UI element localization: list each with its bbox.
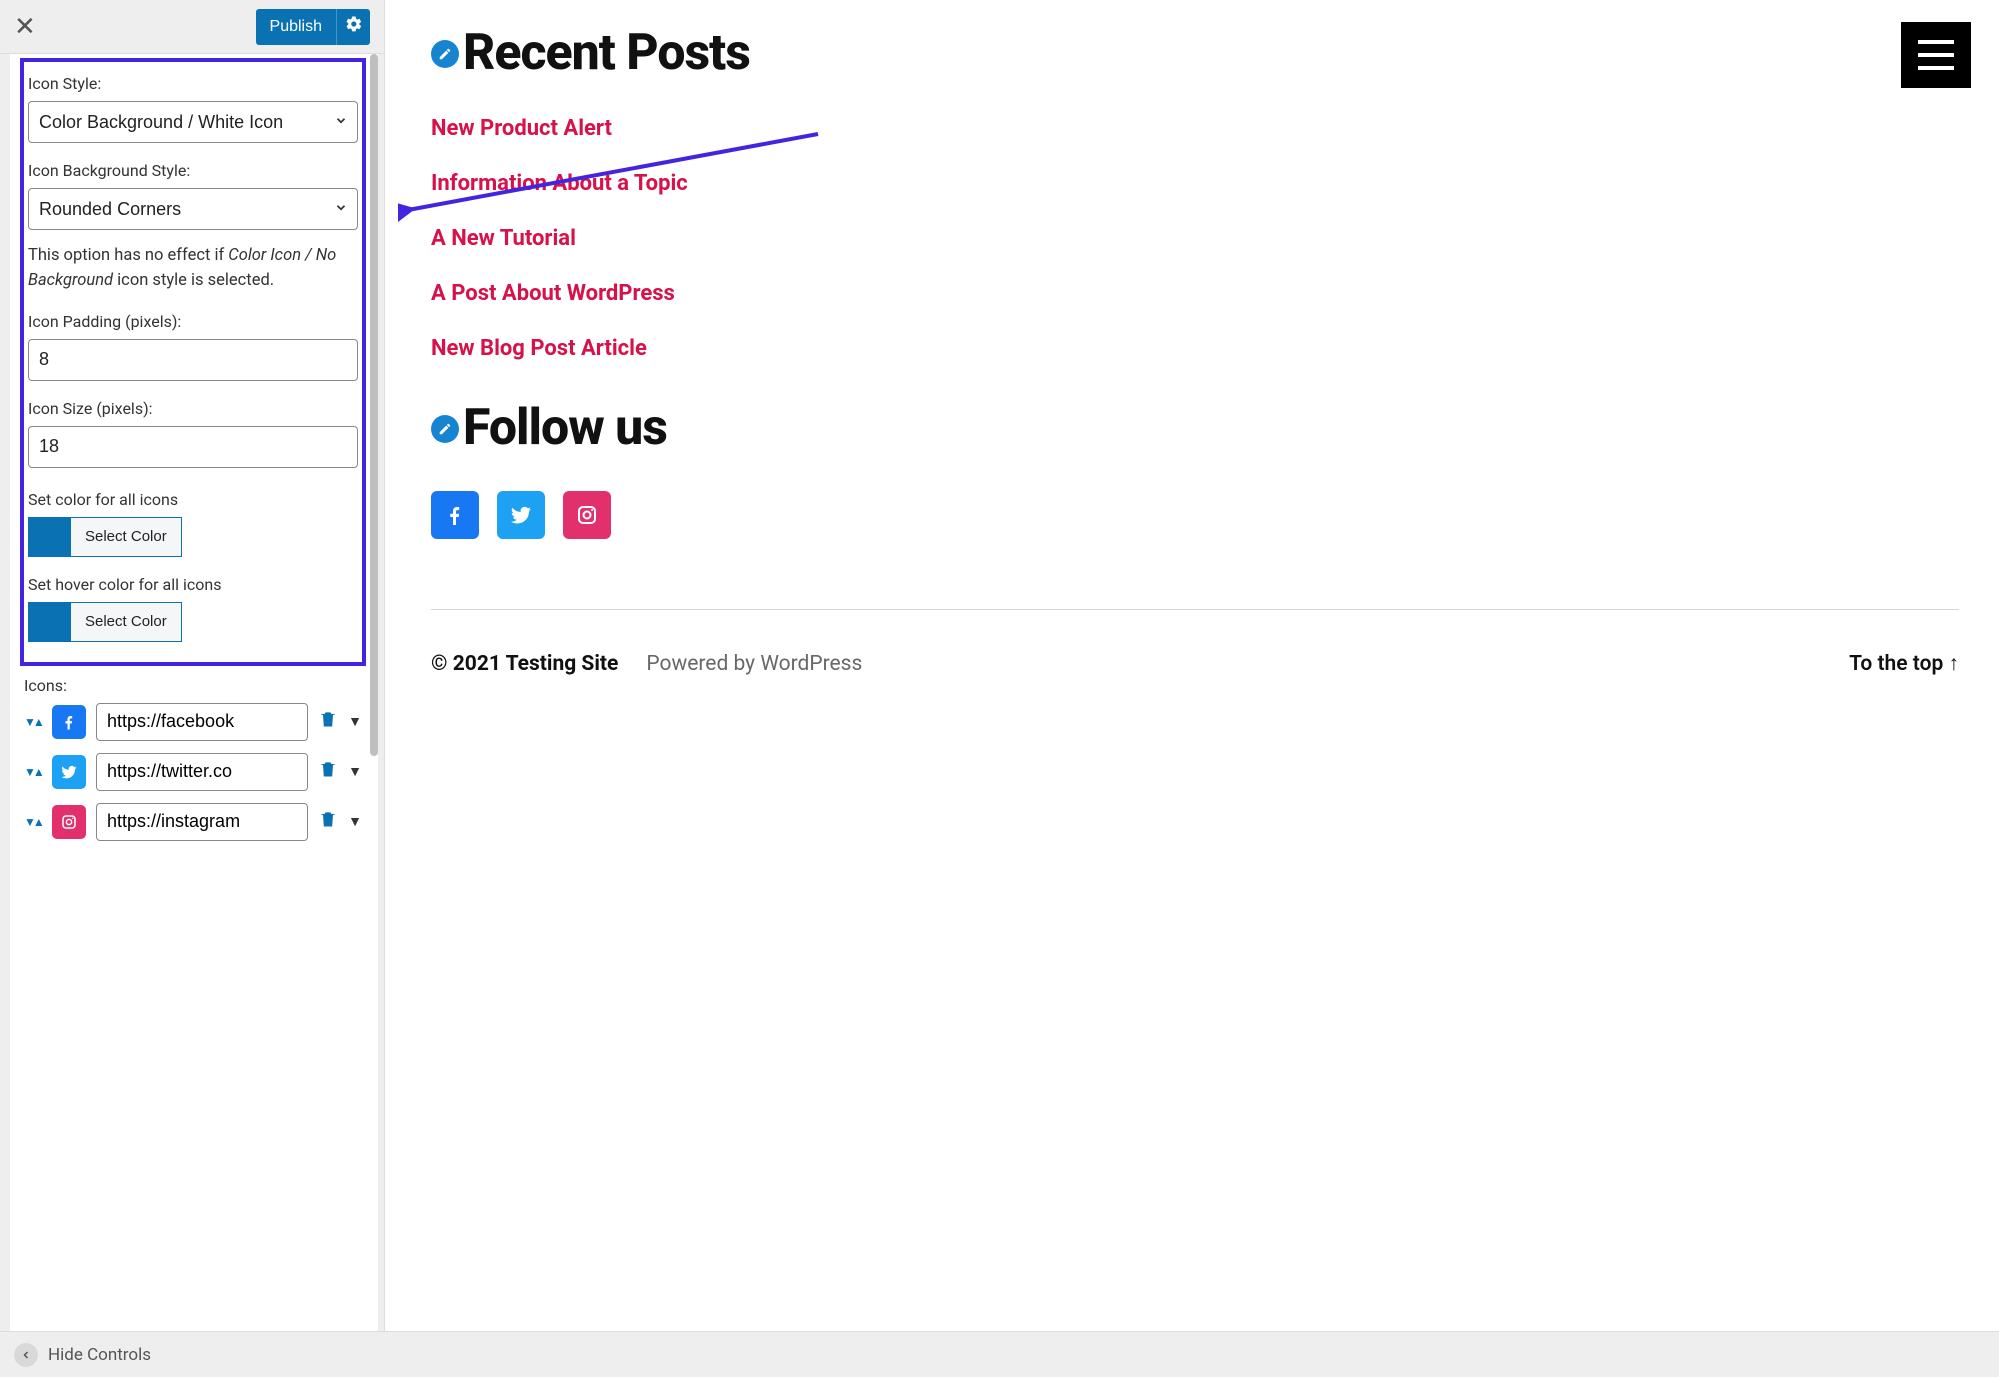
bg-style-help: This option has no effect if Color Icon … (28, 244, 358, 294)
size-label: Icon Size (pixels): (28, 399, 358, 418)
icon-row-facebook: ▼▲ ▼ (24, 703, 362, 741)
reorder-handle[interactable]: ▼▲ (24, 765, 42, 779)
facebook-icon[interactable] (52, 705, 86, 739)
chevron-down-icon[interactable]: ▼ (348, 813, 362, 830)
trash-icon[interactable] (318, 809, 338, 835)
close-icon[interactable]: ✕ (14, 12, 36, 42)
facebook-link[interactable] (431, 491, 479, 539)
trash-icon[interactable] (318, 709, 338, 735)
list-item: New Product Alert (431, 116, 1959, 141)
post-link[interactable]: A New Tutorial (431, 226, 576, 251)
post-list: New Product Alert Information About a To… (431, 116, 1959, 361)
copyright-text: © 2021 Testing Site (431, 652, 618, 676)
reorder-handle[interactable]: ▼▲ (24, 715, 42, 729)
select-hover-color-button[interactable]: Select Color (70, 602, 182, 642)
pencil-icon (438, 422, 452, 436)
recent-posts-heading: Recent Posts (463, 24, 750, 82)
post-link[interactable]: A Post About WordPress (431, 281, 675, 306)
publish-button[interactable]: Publish (256, 9, 336, 45)
site-footer: © 2021 Testing Site Powered by WordPress… (431, 610, 1959, 706)
hamburger-icon (1918, 40, 1954, 44)
site-preview: Recent Posts New Product Alert Informati… (385, 0, 1999, 1331)
post-link[interactable]: New Product Alert (431, 116, 612, 141)
list-item: New Blog Post Article (431, 336, 1959, 361)
hover-color-swatch[interactable] (28, 602, 70, 642)
bg-style-label: Icon Background Style: (28, 161, 358, 180)
instagram-url-input[interactable] (96, 803, 308, 841)
social-icons-row (431, 491, 1959, 539)
trash-icon[interactable] (318, 759, 338, 785)
icon-row-instagram: ▼▲ ▼ (24, 803, 362, 841)
follow-us-section: Follow us (431, 399, 1959, 539)
twitter-url-input[interactable] (96, 753, 308, 791)
instagram-icon[interactable] (52, 805, 86, 839)
publish-settings-button[interactable] (336, 9, 370, 45)
twitter-icon[interactable] (52, 755, 86, 789)
list-item: Information About a Topic (431, 171, 1959, 196)
follow-us-heading: Follow us (463, 399, 667, 457)
sidebar-scroll[interactable]: Icon Style: Color Background / White Ico… (10, 54, 378, 1331)
post-link[interactable]: Information About a Topic (431, 171, 688, 196)
post-link[interactable]: New Blog Post Article (431, 336, 647, 361)
padding-label: Icon Padding (pixels): (28, 312, 358, 331)
sidebar-topbar: ✕ Publish (0, 0, 384, 54)
color-swatch[interactable] (28, 517, 70, 557)
list-item: A Post About WordPress (431, 281, 1959, 306)
chevron-down-icon[interactable]: ▼ (348, 713, 362, 730)
facebook-url-input[interactable] (96, 703, 308, 741)
bottom-bar: Hide Controls (0, 1331, 1999, 1377)
highlighted-settings-box: Icon Style: Color Background / White Ico… (20, 58, 366, 666)
color-picker-row: Select Color (28, 517, 358, 557)
facebook-icon (443, 503, 467, 527)
chevron-down-icon[interactable]: ▼ (348, 763, 362, 780)
icons-list-label: Icons: (24, 676, 362, 695)
publish-group: Publish (256, 9, 370, 45)
size-input[interactable] (28, 426, 358, 468)
select-color-button[interactable]: Select Color (70, 517, 182, 557)
icon-row-twitter: ▼▲ ▼ (24, 753, 362, 791)
customizer-sidebar: ✕ Publish Icon Style: Color Background / (0, 0, 385, 1331)
reorder-handle[interactable]: ▼▲ (24, 815, 42, 829)
twitter-link[interactable] (497, 491, 545, 539)
icon-style-label: Icon Style: (28, 74, 358, 93)
list-item: A New Tutorial (431, 226, 1959, 251)
edit-shortcut-button[interactable] (431, 415, 459, 443)
hover-color-picker-row: Select Color (28, 602, 358, 642)
edit-shortcut-button[interactable] (431, 40, 459, 68)
padding-input[interactable] (28, 339, 358, 381)
powered-by-text: Powered by WordPress (646, 652, 862, 676)
pencil-icon (438, 47, 452, 61)
recent-posts-section: Recent Posts New Product Alert Informati… (431, 24, 1959, 361)
menu-toggle-button[interactable] (1901, 22, 1971, 88)
set-hover-label: Set hover color for all icons (28, 575, 358, 594)
to-top-link[interactable]: To the top ↑ (1849, 652, 1959, 676)
collapse-icon[interactable] (14, 1343, 38, 1367)
hide-controls-button[interactable]: Hide Controls (48, 1345, 151, 1365)
twitter-icon (509, 503, 533, 527)
bg-style-select[interactable]: Rounded Corners (28, 188, 358, 230)
set-color-label: Set color for all icons (28, 490, 358, 509)
sidebar-scrollbar[interactable] (370, 54, 378, 1331)
icon-style-select[interactable]: Color Background / White Icon (28, 101, 358, 143)
instagram-icon (575, 503, 599, 527)
gear-icon (345, 15, 363, 38)
instagram-link[interactable] (563, 491, 611, 539)
